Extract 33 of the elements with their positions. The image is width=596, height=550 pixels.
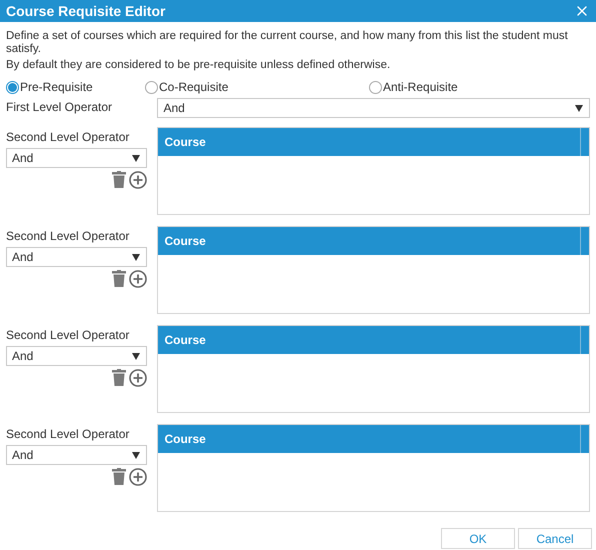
window-title: Course Requisite Editor	[6, 2, 166, 21]
trash-icon[interactable]	[112, 468, 126, 485]
caret-icon	[132, 254, 140, 260]
operator-select[interactable]: And	[6, 445, 147, 465]
field-label: Second Level Operator	[6, 327, 130, 344]
description-text: By default they are considered to be pre-requisite unless defined otherwise.	[6, 59, 392, 72]
trash-icon[interactable]	[112, 369, 126, 386]
field-label: Second Level Operator	[6, 228, 130, 245]
requisite-radio[interactable]: Co-Requisite	[145, 78, 369, 96]
trash-icon[interactable]	[112, 270, 126, 287]
field-label: First Level Operator	[6, 99, 114, 116]
column-header: Course	[158, 425, 581, 453]
add-icon[interactable]	[129, 468, 147, 486]
add-icon[interactable]	[129, 171, 147, 189]
operator-select[interactable]: And	[6, 247, 147, 267]
requisite-radio[interactable]: Pre-Requisite	[6, 78, 145, 96]
caret-icon	[132, 352, 140, 360]
caret-icon	[132, 452, 140, 458]
operator-select[interactable]: And	[6, 346, 147, 366]
add-icon[interactable]	[129, 270, 147, 288]
add-icon[interactable]	[129, 369, 147, 387]
column-header: Course	[158, 326, 581, 354]
operator-select[interactable]: And	[157, 98, 590, 118]
column-header: Course	[158, 128, 581, 156]
field-label: Second Level Operator	[6, 129, 130, 146]
operator-select[interactable]: And	[6, 148, 147, 168]
description-text: Define a set of courses which are required for the current course, and how many from this list the student must satisfy.	[6, 30, 569, 56]
requisite-radio[interactable]: Anti-Requisite	[369, 78, 458, 96]
caret-icon	[132, 154, 140, 162]
field-label: Second Level Operator	[6, 426, 130, 443]
caret-icon	[575, 104, 583, 112]
trash-icon[interactable]	[112, 171, 126, 188]
column-header: Course	[158, 227, 581, 255]
